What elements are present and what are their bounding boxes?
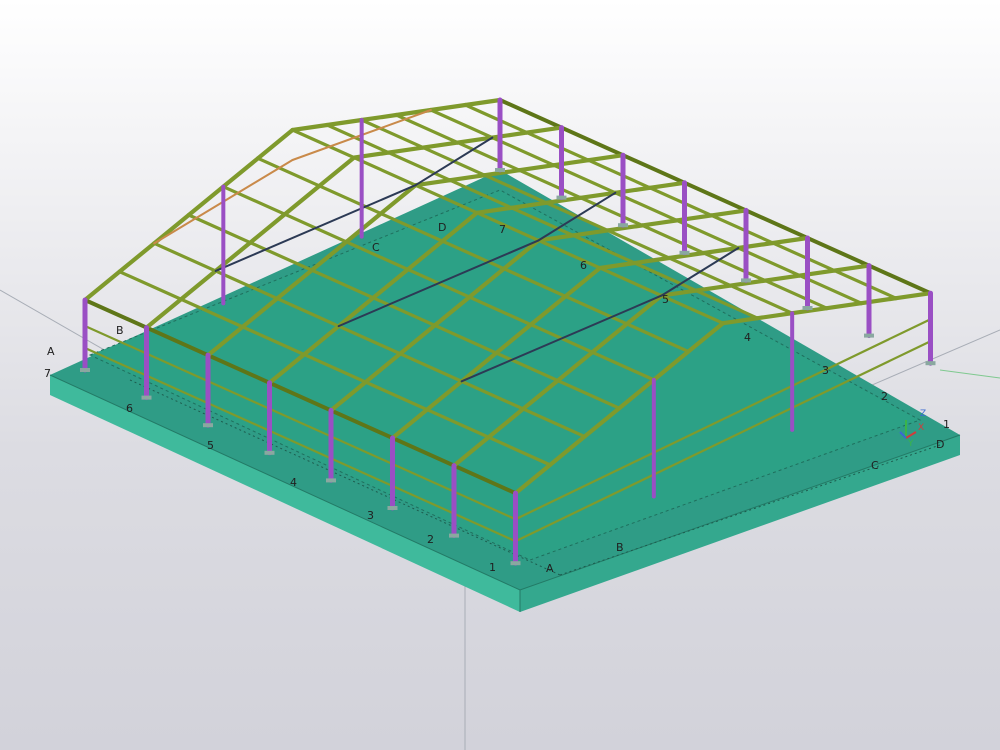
grid-label-top-4: 4 — [744, 331, 751, 344]
rafter[interactable] — [117, 241, 157, 274]
grid-label-top-C: C — [372, 241, 380, 254]
base-plate[interactable] — [864, 333, 874, 338]
rafter[interactable] — [178, 268, 218, 302]
model-viewport[interactable]: 7 6 5 4 3 2 1 A B C D A B C D 7 6 5 4 3 … — [0, 0, 1000, 750]
grid-label-front-5: 5 — [207, 439, 214, 452]
rafter[interactable] — [324, 117, 364, 128]
base-plate[interactable] — [679, 250, 690, 255]
base-plate[interactable] — [203, 423, 213, 428]
base-plate[interactable] — [741, 278, 751, 283]
rafter[interactable] — [186, 184, 226, 218]
base-plate[interactable] — [510, 561, 521, 566]
base-plate[interactable] — [495, 168, 505, 172]
grid-label-top-D: D — [438, 221, 446, 234]
rafter[interactable] — [82, 269, 122, 303]
grid-label-front-C: C — [871, 459, 879, 472]
base-plate[interactable] — [326, 478, 336, 483]
axis-x-label: X — [918, 423, 924, 433]
base-plate[interactable] — [264, 450, 275, 455]
grid-label-front-B: B — [616, 541, 624, 554]
grid-label-top-6: 6 — [580, 259, 587, 272]
grid-label-left-B: B — [116, 324, 124, 337]
grid-label-front-7: 7 — [44, 367, 51, 380]
grid-label-top-5: 5 — [662, 293, 669, 306]
rafter[interactable] — [221, 156, 261, 189]
rafter[interactable] — [770, 235, 810, 246]
grid-label-front-3: 3 — [367, 509, 374, 522]
grid-label-top-7: 7 — [499, 223, 506, 236]
base-plate[interactable] — [556, 195, 567, 200]
rafter[interactable] — [824, 301, 864, 311]
rafter[interactable] — [351, 150, 391, 160]
grid-label-front-D: D — [936, 438, 944, 451]
base-plate[interactable] — [387, 506, 398, 510]
rafter[interactable] — [524, 125, 564, 135]
base-plate[interactable] — [449, 533, 459, 538]
grid-label-front-A: A — [546, 562, 554, 575]
axis-z-label: Z — [920, 409, 926, 419]
rafter[interactable] — [893, 291, 933, 301]
rafter[interactable] — [282, 183, 322, 217]
rafter[interactable] — [317, 155, 357, 189]
grid-label-top-3: 3 — [822, 364, 829, 377]
rafter[interactable] — [586, 153, 626, 163]
base-plate[interactable] — [618, 223, 628, 228]
rafter[interactable] — [359, 112, 399, 123]
rafter[interactable] — [517, 163, 556, 173]
grid-label-left-A: A — [47, 345, 55, 358]
rafter[interactable] — [647, 180, 687, 190]
grid-label-front-6: 6 — [126, 402, 133, 415]
base-plate[interactable] — [80, 368, 90, 372]
rafter[interactable] — [755, 311, 795, 321]
base-plate[interactable] — [925, 361, 936, 366]
rafter[interactable] — [248, 212, 287, 245]
rafter[interactable] — [709, 208, 749, 218]
rafter[interactable] — [463, 97, 503, 108]
base-plate[interactable] — [802, 306, 813, 310]
rafter[interactable] — [378, 183, 418, 216]
base-plate[interactable] — [141, 395, 152, 400]
rafter[interactable] — [290, 122, 330, 133]
rafter[interactable] — [386, 145, 426, 155]
axis-y-label: Y — [907, 439, 914, 449]
rafter[interactable] — [255, 127, 295, 161]
grid-label-top-2: 2 — [881, 390, 888, 403]
rafter[interactable] — [832, 263, 872, 273]
rafter[interactable] — [213, 240, 253, 274]
rafter[interactable] — [428, 102, 468, 113]
grid-label-front-4: 4 — [290, 476, 297, 489]
structural-model-scene[interactable]: 7 6 5 4 3 2 1 A B C D A B C D 7 6 5 4 3 … — [0, 0, 1000, 750]
rafter[interactable] — [640, 218, 679, 228]
rafter[interactable] — [421, 140, 460, 150]
rafter[interactable] — [763, 273, 802, 283]
grid-label-end-1: 1 — [943, 418, 950, 431]
grid-label-front-2: 2 — [427, 533, 434, 546]
grid-label-front-1: 1 — [489, 561, 496, 574]
